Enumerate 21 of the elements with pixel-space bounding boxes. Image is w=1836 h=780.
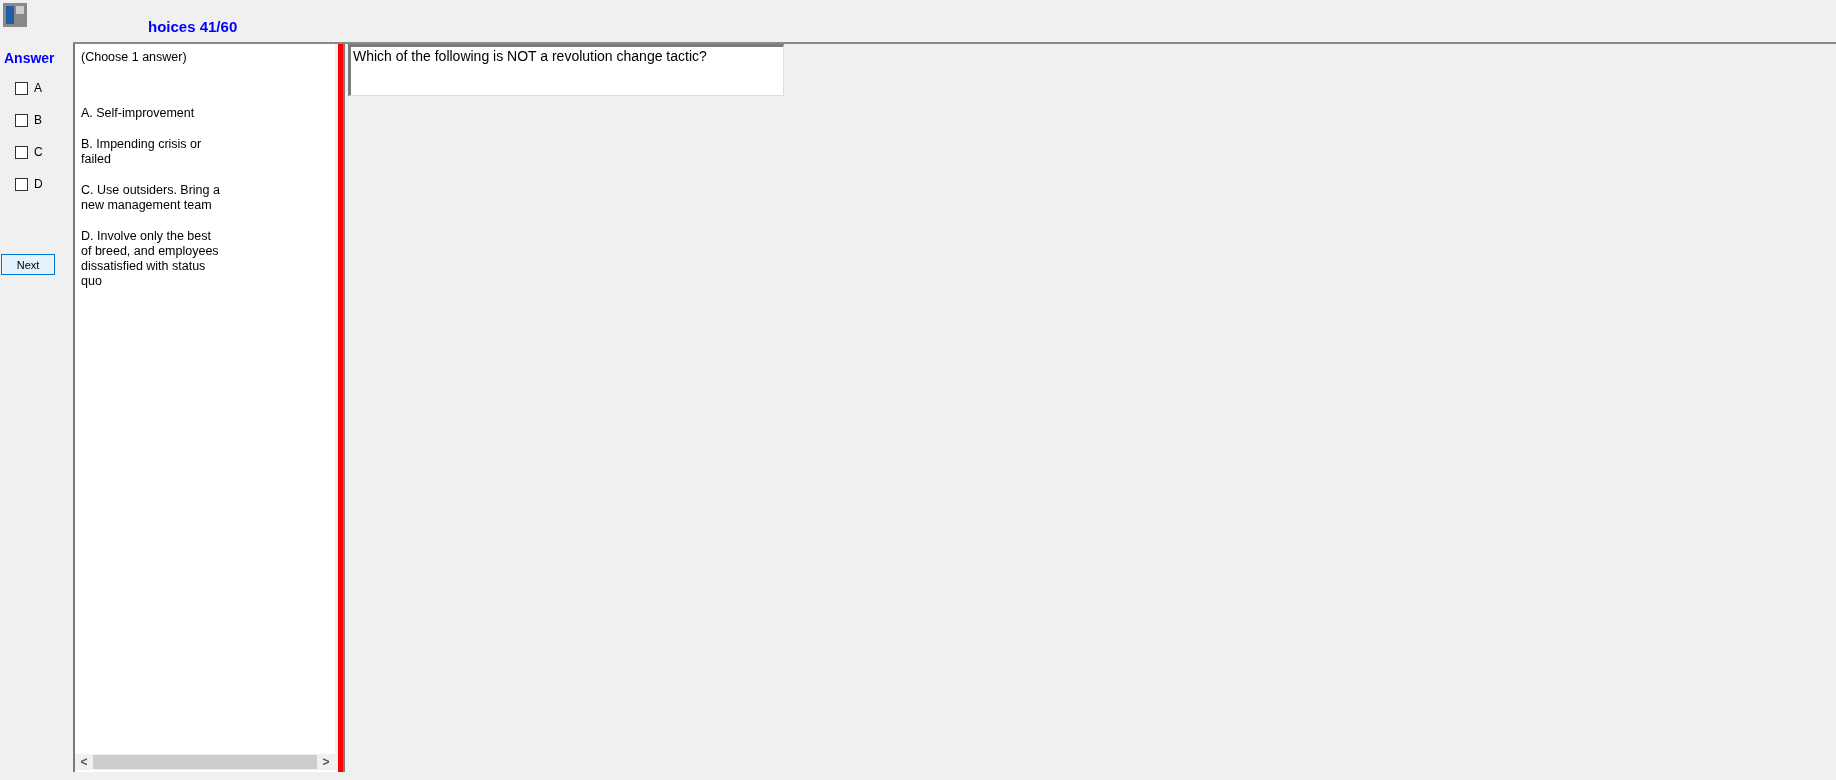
scroll-left-arrow[interactable]: <	[75, 755, 93, 769]
scrollbar-thumb[interactable]	[93, 755, 317, 769]
option-label: B	[34, 113, 42, 127]
answer-checkbox[interactable]	[15, 113, 28, 127]
scroll-right-arrow[interactable]: >	[317, 755, 335, 769]
question-text: Which of the following is NOT a revolution change tactic?	[348, 44, 784, 96]
choice-text: D. Involve only the best of breed, and employees dissatisfied with status quo	[81, 229, 220, 289]
app-icon	[2, 2, 28, 28]
answer-checkbox[interactable]	[15, 81, 28, 95]
option-label: C	[34, 145, 43, 159]
option-label: D	[34, 177, 43, 191]
option-label: A	[34, 81, 42, 95]
window-title: hoices 41/60	[148, 17, 238, 35]
choice-text: C. Use outsiders. Bring a new management team	[81, 183, 221, 213]
instruction-text: (Choose 1 answer)	[81, 50, 188, 64]
choice-text: A. Self-improvement	[81, 106, 196, 121]
answer-heading: Answer	[3, 50, 56, 66]
answer-checkbox[interactable]	[15, 177, 28, 191]
choice-text: B. Impending crisis or failed	[81, 137, 203, 167]
next-button[interactable]: Next	[1, 254, 55, 275]
answer-checkbox[interactable]	[15, 145, 28, 159]
